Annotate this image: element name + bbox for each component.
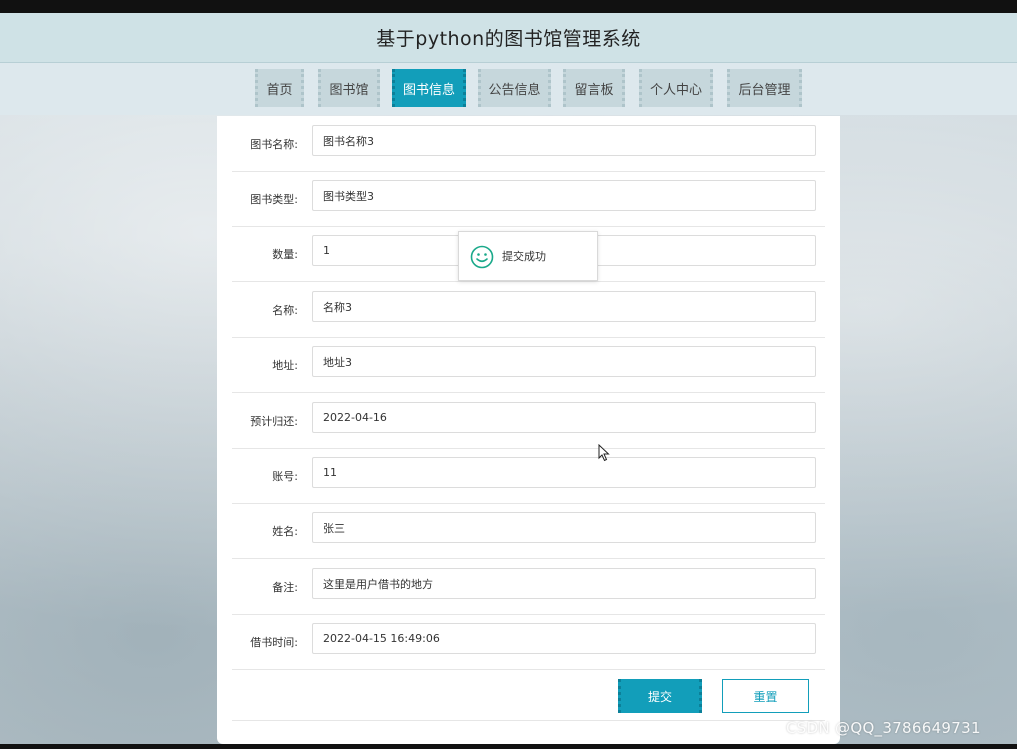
field-label: 数量: bbox=[272, 247, 298, 261]
nav-item-personal-center[interactable]: 个人中心 bbox=[639, 69, 713, 107]
field-label: 图书名称: bbox=[250, 137, 298, 151]
smile-icon bbox=[470, 245, 494, 269]
nav-item-home[interactable]: 首页 bbox=[255, 69, 304, 107]
book-type-input[interactable] bbox=[312, 180, 816, 211]
nav-item-book-info[interactable]: 图书信息 bbox=[392, 69, 466, 107]
borrow-time-input[interactable] bbox=[312, 623, 816, 654]
account-input[interactable] bbox=[312, 457, 816, 488]
success-toast: 提交成功 bbox=[458, 231, 598, 281]
reset-button[interactable]: 重置 bbox=[722, 679, 809, 713]
nav-item-library[interactable]: 图书馆 bbox=[318, 69, 380, 107]
window-top-bar bbox=[0, 0, 1017, 13]
divider bbox=[232, 720, 825, 721]
field-label: 姓名: bbox=[272, 524, 298, 538]
form-row-borrow-time: 借书时间: bbox=[232, 614, 825, 670]
remarks-input[interactable] bbox=[312, 568, 816, 599]
nav-item-admin[interactable]: 后台管理 bbox=[727, 69, 802, 107]
book-name-input[interactable] bbox=[312, 125, 816, 156]
field-label: 预计归还: bbox=[250, 414, 298, 428]
submit-button[interactable]: 提交 bbox=[618, 679, 702, 713]
form-row-expected-return: 预计归还: bbox=[232, 393, 825, 449]
form-row-book-type: 图书类型: bbox=[232, 171, 825, 227]
form-row-account: 账号: bbox=[232, 448, 825, 504]
field-label: 名称: bbox=[272, 303, 298, 317]
watermark: CSDN @QQ_3786649731 bbox=[786, 719, 981, 737]
field-label: 账号: bbox=[272, 469, 298, 483]
form-row-book-name: 图书名称: bbox=[232, 116, 825, 172]
form-row-address: 地址: bbox=[232, 337, 825, 393]
form-row-remarks: 备注: bbox=[232, 559, 825, 615]
nav-item-announcements[interactable]: 公告信息 bbox=[478, 69, 551, 107]
field-label: 地址: bbox=[272, 358, 298, 372]
nav-item-message-board[interactable]: 留言板 bbox=[563, 69, 625, 107]
mouse-pointer-icon bbox=[598, 444, 610, 462]
form-row-full-name: 姓名: bbox=[232, 503, 825, 559]
address-input[interactable] bbox=[312, 346, 816, 377]
full-name-input[interactable] bbox=[312, 512, 816, 543]
main-nav: 首页 图书馆 图书信息 公告信息 留言板 个人中心 后台管理 bbox=[0, 63, 1017, 115]
window-bottom-bar bbox=[0, 744, 1017, 749]
expected-return-input[interactable] bbox=[312, 402, 816, 433]
field-label: 图书类型: bbox=[250, 192, 298, 206]
name-input[interactable] bbox=[312, 291, 816, 322]
site-title: 基于python的图书馆管理系统 bbox=[376, 28, 641, 50]
site-header: 基于python的图书馆管理系统 bbox=[0, 13, 1017, 63]
form-row-name: 名称: bbox=[232, 282, 825, 338]
field-label: 借书时间: bbox=[250, 635, 298, 649]
field-label: 备注: bbox=[272, 580, 298, 594]
toast-message: 提交成功 bbox=[502, 250, 546, 263]
borrow-form-panel: 图书名称: 图书类型: 数量: 名称: 地址: 预计归还: 账号: 姓名: 备注… bbox=[217, 116, 840, 744]
